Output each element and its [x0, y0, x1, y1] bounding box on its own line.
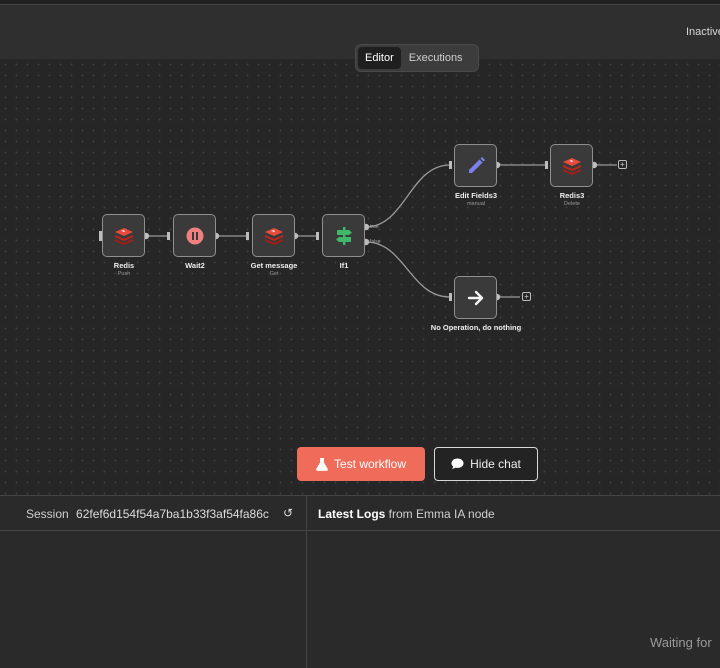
waiting-text: Waiting for	[650, 635, 712, 650]
node-if-label: If1	[339, 261, 349, 270]
node-redis3-label: Redis3	[559, 191, 585, 200]
redis-icon	[264, 227, 283, 245]
logs-panel: Latest Logs from Emma IA node Waiting fo…	[307, 495, 720, 668]
arrow-right-icon	[467, 290, 483, 305]
node-if[interactable]	[322, 214, 365, 257]
branch-true-label: true	[370, 224, 379, 230]
node-edit-fields[interactable]	[454, 144, 497, 187]
editor-executions-tabs: Editor Executions	[355, 44, 479, 72]
test-workflow-label: Test workflow	[333, 457, 407, 471]
flask-icon	[316, 457, 328, 471]
hide-chat-label: Hide chat	[470, 457, 521, 471]
workflow-status[interactable]: Inactive	[686, 26, 720, 38]
signpost-icon	[335, 226, 352, 245]
node-redis[interactable]	[102, 214, 145, 257]
logs-title: Latest Logs from Emma IA node	[318, 507, 495, 521]
node-no-operation-label: No Operation, do nothing	[430, 323, 522, 332]
node-redis3-sub: Delete	[564, 201, 580, 207]
chat-bubble-icon	[451, 458, 464, 470]
pause-icon	[186, 227, 203, 244]
tab-editor[interactable]: Editor	[358, 47, 401, 69]
add-node-plus-icon[interactable]: +	[522, 292, 531, 301]
refresh-session-icon[interactable]: ↺	[283, 506, 293, 520]
hide-chat-button[interactable]: Hide chat	[434, 447, 538, 481]
redis-icon	[562, 157, 581, 175]
node-get-message-sub: Get	[269, 271, 279, 277]
node-wait[interactable]	[173, 214, 216, 257]
connections	[99, 161, 617, 301]
add-node-plus-icon[interactable]: +	[618, 160, 627, 169]
node-no-operation[interactable]	[454, 276, 497, 319]
workflow-canvas[interactable]: Redis Push Wait2 Get message Get If1 tru…	[0, 59, 720, 495]
tab-executions[interactable]: Executions	[401, 47, 471, 69]
session-label: Session	[26, 507, 69, 521]
node-redis3[interactable]	[550, 144, 593, 187]
logs-title-bold: Latest Logs	[318, 507, 386, 521]
chat-panel-header: Session 62fef6d154f54a7ba1b33f3af54fa86c…	[0, 496, 306, 531]
node-get-message[interactable]	[252, 214, 295, 257]
test-workflow-button[interactable]: Test workflow	[297, 447, 425, 481]
session-info: Session 62fef6d154f54a7ba1b33f3af54fa86c	[26, 507, 269, 521]
logs-title-rest: from Emma IA node	[385, 507, 495, 521]
redis-icon	[114, 227, 133, 245]
session-id: 62fef6d154f54a7ba1b33f3af54fa86c	[76, 507, 269, 521]
logs-panel-header: Latest Logs from Emma IA node	[307, 496, 720, 531]
chat-panel: Session 62fef6d154f54a7ba1b33f3af54fa86c…	[0, 495, 307, 668]
node-redis-sub: Push	[117, 271, 131, 277]
branch-false-label: false	[370, 239, 381, 245]
pencil-icon	[468, 156, 485, 173]
